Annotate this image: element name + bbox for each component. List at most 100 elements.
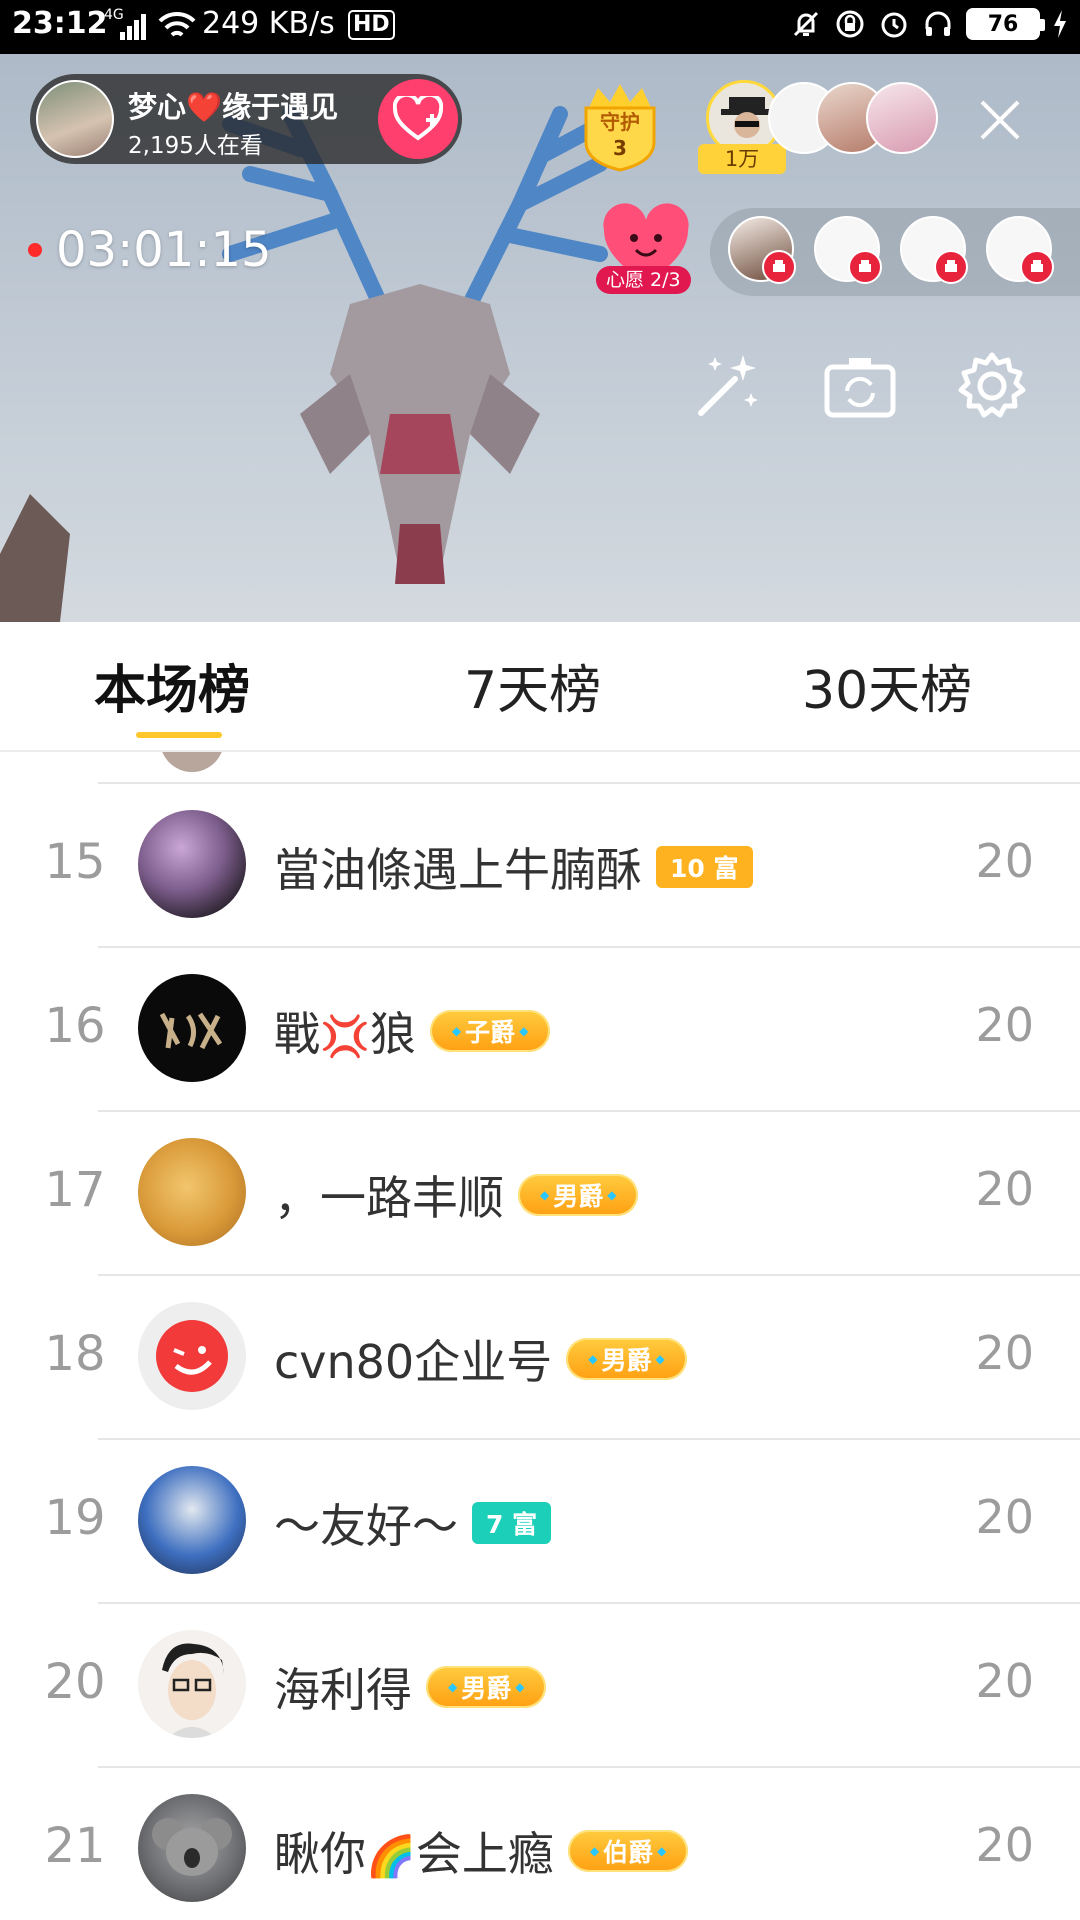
noble-title-badge: 男爵 xyxy=(566,1338,687,1380)
signal-icon xyxy=(118,12,148,46)
guard-count: 3 xyxy=(613,136,627,160)
table-row[interactable]: 19 ～友好～ 7 富 20 xyxy=(0,1438,1080,1602)
user-name: 戰💢狼 xyxy=(274,998,416,1064)
tab-this-session[interactable]: 本场榜 xyxy=(94,648,250,723)
avatar[interactable] xyxy=(138,1466,246,1574)
gift-seat-avatar[interactable] xyxy=(814,216,882,284)
gift-seat-strip xyxy=(710,208,1080,296)
avatar-calligraphy xyxy=(159,1012,223,1050)
user-name: 瞅你🌈会上瘾 xyxy=(274,1818,554,1884)
status-bar: 23:12 4G 249 KB/s HD 76 xyxy=(0,0,1080,54)
battery-icon: 76 xyxy=(966,8,1045,40)
row-divider xyxy=(98,1766,1080,1768)
beauty-wand-button[interactable] xyxy=(688,346,768,426)
gift-seat-avatar[interactable] xyxy=(986,216,1054,284)
lock-rotation-icon xyxy=(834,8,866,40)
rich-level-badge: 7 富 xyxy=(472,1502,552,1544)
rank-number: 17 xyxy=(44,1162,106,1218)
row-divider xyxy=(98,1602,1080,1604)
settings-button[interactable] xyxy=(952,346,1032,426)
seat-icon xyxy=(848,250,882,284)
row-divider xyxy=(98,782,1080,784)
close-icon xyxy=(980,100,1020,140)
score: 20 xyxy=(975,1326,1034,1380)
wifi-icon xyxy=(158,10,196,46)
table-row[interactable]: 18 cvn80企业号 男爵 20 xyxy=(0,1274,1080,1438)
guard-badge[interactable]: 守护 3 xyxy=(578,80,662,172)
user-name: ～友好～ xyxy=(274,1499,458,1553)
alarm-icon xyxy=(878,8,910,40)
headphones-icon xyxy=(922,8,954,40)
score: 20 xyxy=(975,1162,1034,1216)
rich-level-badge: 10 富 xyxy=(656,846,753,888)
row-divider xyxy=(98,1110,1080,1112)
seat-icon xyxy=(762,250,796,284)
user-name: 當油條遇上牛腩酥 xyxy=(274,843,642,897)
network-speed: 249 KB/s xyxy=(202,6,335,41)
noble-title-badge: 男爵 xyxy=(426,1666,547,1708)
live-duration: 03:01:15 xyxy=(56,222,272,278)
close-button[interactable] xyxy=(970,90,1030,150)
tab-7-days[interactable]: 7天榜 xyxy=(464,648,601,723)
user-name-cell: ～友好～ 7 富 xyxy=(274,1490,552,1556)
wish-progress[interactable]: 心愿 2/3 xyxy=(596,266,691,294)
score: 20 xyxy=(975,1818,1034,1872)
top-fan-amount: 1万 xyxy=(698,144,786,174)
table-row[interactable]: 16 戰💢狼 子爵 20 xyxy=(0,946,1080,1110)
user-name-cell: 戰💢狼 子爵 xyxy=(274,998,551,1064)
user-name-part: 戰 xyxy=(274,1007,320,1061)
user-name: ，一路丰顺 xyxy=(274,1171,504,1225)
charging-icon xyxy=(1052,8,1068,40)
ranking-tabs: 本场榜 7天榜 30天榜 xyxy=(0,622,1080,752)
user-name-cell: 瞅你🌈会上瘾 伯爵 xyxy=(274,1818,689,1884)
follow-heart-button[interactable] xyxy=(378,79,458,159)
table-row[interactable]: 20 海利得 男爵 20 xyxy=(0,1602,1080,1766)
score: 20 xyxy=(975,834,1034,888)
score: 20 xyxy=(975,998,1034,1052)
host-avatar[interactable] xyxy=(36,80,114,158)
seat-icon xyxy=(934,250,968,284)
avatar[interactable] xyxy=(138,1630,246,1738)
mute-bell-icon xyxy=(790,8,822,40)
partial-avatar xyxy=(160,752,224,772)
rank-number: 19 xyxy=(44,1490,106,1546)
live-timer: 03:01:15 xyxy=(28,222,272,278)
gift-seat-avatar[interactable] xyxy=(728,216,796,284)
active-tab-indicator xyxy=(136,732,222,738)
heart-plus-icon xyxy=(393,96,443,141)
user-name-cell: 海利得 男爵 xyxy=(274,1654,547,1720)
table-row[interactable]: 15 當油條遇上牛腩酥 10 富 20 xyxy=(0,782,1080,946)
magic-wand-icon xyxy=(698,355,758,416)
tab-30-days[interactable]: 30天榜 xyxy=(802,648,972,723)
gift-seat-avatar[interactable] xyxy=(900,216,968,284)
rank-number: 20 xyxy=(44,1654,106,1710)
avatar[interactable] xyxy=(138,1302,246,1410)
user-name: 海利得 xyxy=(274,1663,412,1717)
user-name-part: 会上瘾 xyxy=(415,1827,554,1881)
ranking-list[interactable]: 15 當油條遇上牛腩酥 10 富 20 16 戰💢狼 子爵 20 17 ，一路丰… xyxy=(0,752,1080,1920)
host-info-pill[interactable]: 梦心❤️缘于遇见 2,195人在看 xyxy=(30,74,462,164)
user-name: cvn80企业号 xyxy=(274,1335,553,1389)
row-divider xyxy=(98,1274,1080,1276)
flip-camera-button[interactable] xyxy=(820,346,900,426)
status-time: 23:12 xyxy=(12,6,108,41)
user-name-part: 狼 xyxy=(369,1007,416,1061)
table-row[interactable]: 21 瞅你🌈会上瘾 伯爵 20 xyxy=(0,1766,1080,1920)
rank-number: 15 xyxy=(44,834,106,890)
gear-icon xyxy=(958,352,1026,418)
avatar[interactable] xyxy=(138,1794,246,1902)
list-top-partial xyxy=(0,752,1080,782)
avatar[interactable] xyxy=(138,1138,246,1246)
user-name-cell: ，一路丰顺 男爵 xyxy=(274,1162,639,1228)
avatar[interactable] xyxy=(138,974,246,1082)
table-row[interactable]: 17 ，一路丰顺 男爵 20 xyxy=(0,1110,1080,1274)
user-name-cell: 當油條遇上牛腩酥 10 富 xyxy=(274,834,753,900)
rainbow-icon: 🌈 xyxy=(366,1834,416,1880)
rank-number: 21 xyxy=(44,1818,106,1874)
live-dot-icon xyxy=(28,243,42,257)
viewer-avatar[interactable] xyxy=(866,82,938,154)
live-video[interactable]: 梦心❤️缘于遇见 2,195人在看 守护 3 1万 03:01:15 心愿 2/… xyxy=(0,54,1080,622)
avatar[interactable] xyxy=(138,810,246,918)
noble-title-badge: 子爵 xyxy=(429,1010,551,1052)
score: 20 xyxy=(975,1490,1034,1544)
